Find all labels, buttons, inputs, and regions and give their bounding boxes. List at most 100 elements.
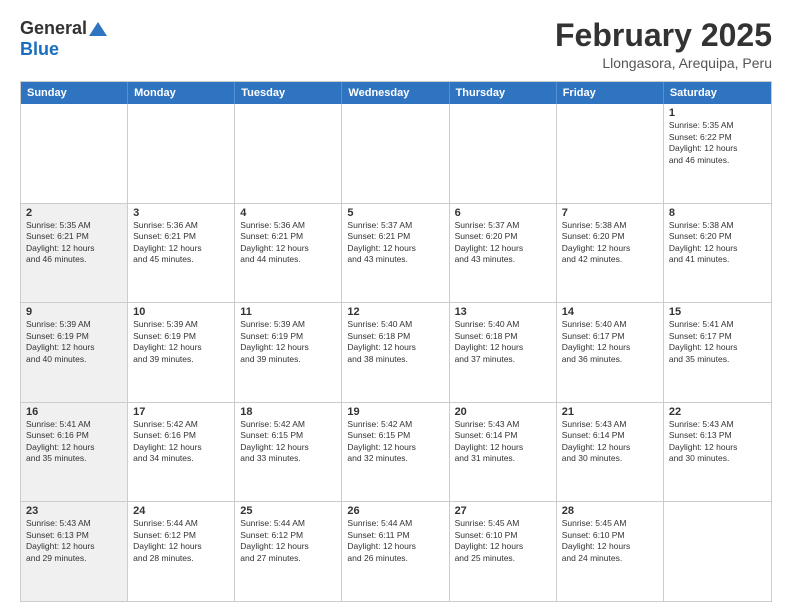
day-info: Sunrise: 5:43 AMSunset: 6:14 PMDaylight:… bbox=[562, 419, 658, 465]
day-number: 7 bbox=[562, 207, 658, 219]
cal-cell: 10Sunrise: 5:39 AMSunset: 6:19 PMDayligh… bbox=[128, 303, 235, 402]
calendar-header: SundayMondayTuesdayWednesdayThursdayFrid… bbox=[21, 82, 771, 104]
day-number: 3 bbox=[133, 207, 229, 219]
cal-cell: 4Sunrise: 5:36 AMSunset: 6:21 PMDaylight… bbox=[235, 204, 342, 303]
cal-cell: 14Sunrise: 5:40 AMSunset: 6:17 PMDayligh… bbox=[557, 303, 664, 402]
cal-cell: 2Sunrise: 5:35 AMSunset: 6:21 PMDaylight… bbox=[21, 204, 128, 303]
logo-icon bbox=[89, 22, 107, 36]
header-day-saturday: Saturday bbox=[664, 82, 771, 104]
calendar-row-3: 16Sunrise: 5:41 AMSunset: 6:16 PMDayligh… bbox=[21, 402, 771, 502]
day-info: Sunrise: 5:42 AMSunset: 6:16 PMDaylight:… bbox=[133, 419, 229, 465]
day-info: Sunrise: 5:39 AMSunset: 6:19 PMDaylight:… bbox=[26, 319, 122, 365]
cal-cell bbox=[664, 502, 771, 601]
cal-cell: 1Sunrise: 5:35 AMSunset: 6:22 PMDaylight… bbox=[664, 104, 771, 203]
day-number: 25 bbox=[240, 505, 336, 517]
day-info: Sunrise: 5:42 AMSunset: 6:15 PMDaylight:… bbox=[240, 419, 336, 465]
day-number: 1 bbox=[669, 107, 766, 119]
day-number: 28 bbox=[562, 505, 658, 517]
calendar: SundayMondayTuesdayWednesdayThursdayFrid… bbox=[20, 81, 772, 602]
day-info: Sunrise: 5:40 AMSunset: 6:17 PMDaylight:… bbox=[562, 319, 658, 365]
calendar-row-0: 1Sunrise: 5:35 AMSunset: 6:22 PMDaylight… bbox=[21, 104, 771, 203]
cal-cell: 7Sunrise: 5:38 AMSunset: 6:20 PMDaylight… bbox=[557, 204, 664, 303]
day-number: 27 bbox=[455, 505, 551, 517]
cal-cell: 12Sunrise: 5:40 AMSunset: 6:18 PMDayligh… bbox=[342, 303, 449, 402]
cal-cell: 3Sunrise: 5:36 AMSunset: 6:21 PMDaylight… bbox=[128, 204, 235, 303]
day-number: 16 bbox=[26, 406, 122, 418]
day-info: Sunrise: 5:43 AMSunset: 6:13 PMDaylight:… bbox=[669, 419, 766, 465]
day-info: Sunrise: 5:40 AMSunset: 6:18 PMDaylight:… bbox=[455, 319, 551, 365]
cal-cell bbox=[557, 104, 664, 203]
cal-cell bbox=[450, 104, 557, 203]
day-info: Sunrise: 5:42 AMSunset: 6:15 PMDaylight:… bbox=[347, 419, 443, 465]
day-number: 10 bbox=[133, 306, 229, 318]
day-info: Sunrise: 5:39 AMSunset: 6:19 PMDaylight:… bbox=[133, 319, 229, 365]
calendar-row-2: 9Sunrise: 5:39 AMSunset: 6:19 PMDaylight… bbox=[21, 302, 771, 402]
day-number: 8 bbox=[669, 207, 766, 219]
day-info: Sunrise: 5:44 AMSunset: 6:11 PMDaylight:… bbox=[347, 518, 443, 564]
day-number: 23 bbox=[26, 505, 122, 517]
cal-cell: 8Sunrise: 5:38 AMSunset: 6:20 PMDaylight… bbox=[664, 204, 771, 303]
day-info: Sunrise: 5:45 AMSunset: 6:10 PMDaylight:… bbox=[455, 518, 551, 564]
day-number: 13 bbox=[455, 306, 551, 318]
day-number: 21 bbox=[562, 406, 658, 418]
day-number: 11 bbox=[240, 306, 336, 318]
cal-cell: 6Sunrise: 5:37 AMSunset: 6:20 PMDaylight… bbox=[450, 204, 557, 303]
header-day-sunday: Sunday bbox=[21, 82, 128, 104]
day-info: Sunrise: 5:35 AMSunset: 6:22 PMDaylight:… bbox=[669, 120, 766, 166]
day-info: Sunrise: 5:43 AMSunset: 6:13 PMDaylight:… bbox=[26, 518, 122, 564]
calendar-row-4: 23Sunrise: 5:43 AMSunset: 6:13 PMDayligh… bbox=[21, 501, 771, 601]
cal-cell: 5Sunrise: 5:37 AMSunset: 6:21 PMDaylight… bbox=[342, 204, 449, 303]
cal-cell: 13Sunrise: 5:40 AMSunset: 6:18 PMDayligh… bbox=[450, 303, 557, 402]
cal-cell: 20Sunrise: 5:43 AMSunset: 6:14 PMDayligh… bbox=[450, 403, 557, 502]
header-day-monday: Monday bbox=[128, 82, 235, 104]
cal-cell: 18Sunrise: 5:42 AMSunset: 6:15 PMDayligh… bbox=[235, 403, 342, 502]
cal-cell: 28Sunrise: 5:45 AMSunset: 6:10 PMDayligh… bbox=[557, 502, 664, 601]
day-number: 2 bbox=[26, 207, 122, 219]
day-number: 5 bbox=[347, 207, 443, 219]
header-day-thursday: Thursday bbox=[450, 82, 557, 104]
cal-cell: 15Sunrise: 5:41 AMSunset: 6:17 PMDayligh… bbox=[664, 303, 771, 402]
day-info: Sunrise: 5:39 AMSunset: 6:19 PMDaylight:… bbox=[240, 319, 336, 365]
day-number: 22 bbox=[669, 406, 766, 418]
logo-general: General bbox=[20, 18, 87, 39]
day-info: Sunrise: 5:41 AMSunset: 6:17 PMDaylight:… bbox=[669, 319, 766, 365]
cal-cell bbox=[128, 104, 235, 203]
day-info: Sunrise: 5:38 AMSunset: 6:20 PMDaylight:… bbox=[669, 220, 766, 266]
header-day-wednesday: Wednesday bbox=[342, 82, 449, 104]
day-info: Sunrise: 5:44 AMSunset: 6:12 PMDaylight:… bbox=[133, 518, 229, 564]
cal-cell: 25Sunrise: 5:44 AMSunset: 6:12 PMDayligh… bbox=[235, 502, 342, 601]
day-info: Sunrise: 5:37 AMSunset: 6:21 PMDaylight:… bbox=[347, 220, 443, 266]
cal-cell: 21Sunrise: 5:43 AMSunset: 6:14 PMDayligh… bbox=[557, 403, 664, 502]
day-number: 9 bbox=[26, 306, 122, 318]
day-info: Sunrise: 5:37 AMSunset: 6:20 PMDaylight:… bbox=[455, 220, 551, 266]
calendar-row-1: 2Sunrise: 5:35 AMSunset: 6:21 PMDaylight… bbox=[21, 203, 771, 303]
day-number: 14 bbox=[562, 306, 658, 318]
cal-cell bbox=[235, 104, 342, 203]
cal-cell: 27Sunrise: 5:45 AMSunset: 6:10 PMDayligh… bbox=[450, 502, 557, 601]
day-info: Sunrise: 5:40 AMSunset: 6:18 PMDaylight:… bbox=[347, 319, 443, 365]
day-info: Sunrise: 5:36 AMSunset: 6:21 PMDaylight:… bbox=[133, 220, 229, 266]
cal-cell bbox=[342, 104, 449, 203]
day-number: 17 bbox=[133, 406, 229, 418]
header-day-tuesday: Tuesday bbox=[235, 82, 342, 104]
cal-cell: 19Sunrise: 5:42 AMSunset: 6:15 PMDayligh… bbox=[342, 403, 449, 502]
day-number: 26 bbox=[347, 505, 443, 517]
day-number: 18 bbox=[240, 406, 336, 418]
day-info: Sunrise: 5:35 AMSunset: 6:21 PMDaylight:… bbox=[26, 220, 122, 266]
cal-cell: 17Sunrise: 5:42 AMSunset: 6:16 PMDayligh… bbox=[128, 403, 235, 502]
header-day-friday: Friday bbox=[557, 82, 664, 104]
day-info: Sunrise: 5:43 AMSunset: 6:14 PMDaylight:… bbox=[455, 419, 551, 465]
day-number: 24 bbox=[133, 505, 229, 517]
cal-cell: 9Sunrise: 5:39 AMSunset: 6:19 PMDaylight… bbox=[21, 303, 128, 402]
day-number: 12 bbox=[347, 306, 443, 318]
page: General Blue February 2025 Llongasora, A… bbox=[0, 0, 792, 612]
logo-blue: Blue bbox=[20, 39, 59, 60]
day-info: Sunrise: 5:45 AMSunset: 6:10 PMDaylight:… bbox=[562, 518, 658, 564]
cal-cell: 26Sunrise: 5:44 AMSunset: 6:11 PMDayligh… bbox=[342, 502, 449, 601]
cal-cell: 23Sunrise: 5:43 AMSunset: 6:13 PMDayligh… bbox=[21, 502, 128, 601]
header: General Blue February 2025 Llongasora, A… bbox=[20, 18, 772, 71]
day-number: 6 bbox=[455, 207, 551, 219]
day-info: Sunrise: 5:38 AMSunset: 6:20 PMDaylight:… bbox=[562, 220, 658, 266]
cal-cell: 22Sunrise: 5:43 AMSunset: 6:13 PMDayligh… bbox=[664, 403, 771, 502]
cal-cell: 24Sunrise: 5:44 AMSunset: 6:12 PMDayligh… bbox=[128, 502, 235, 601]
